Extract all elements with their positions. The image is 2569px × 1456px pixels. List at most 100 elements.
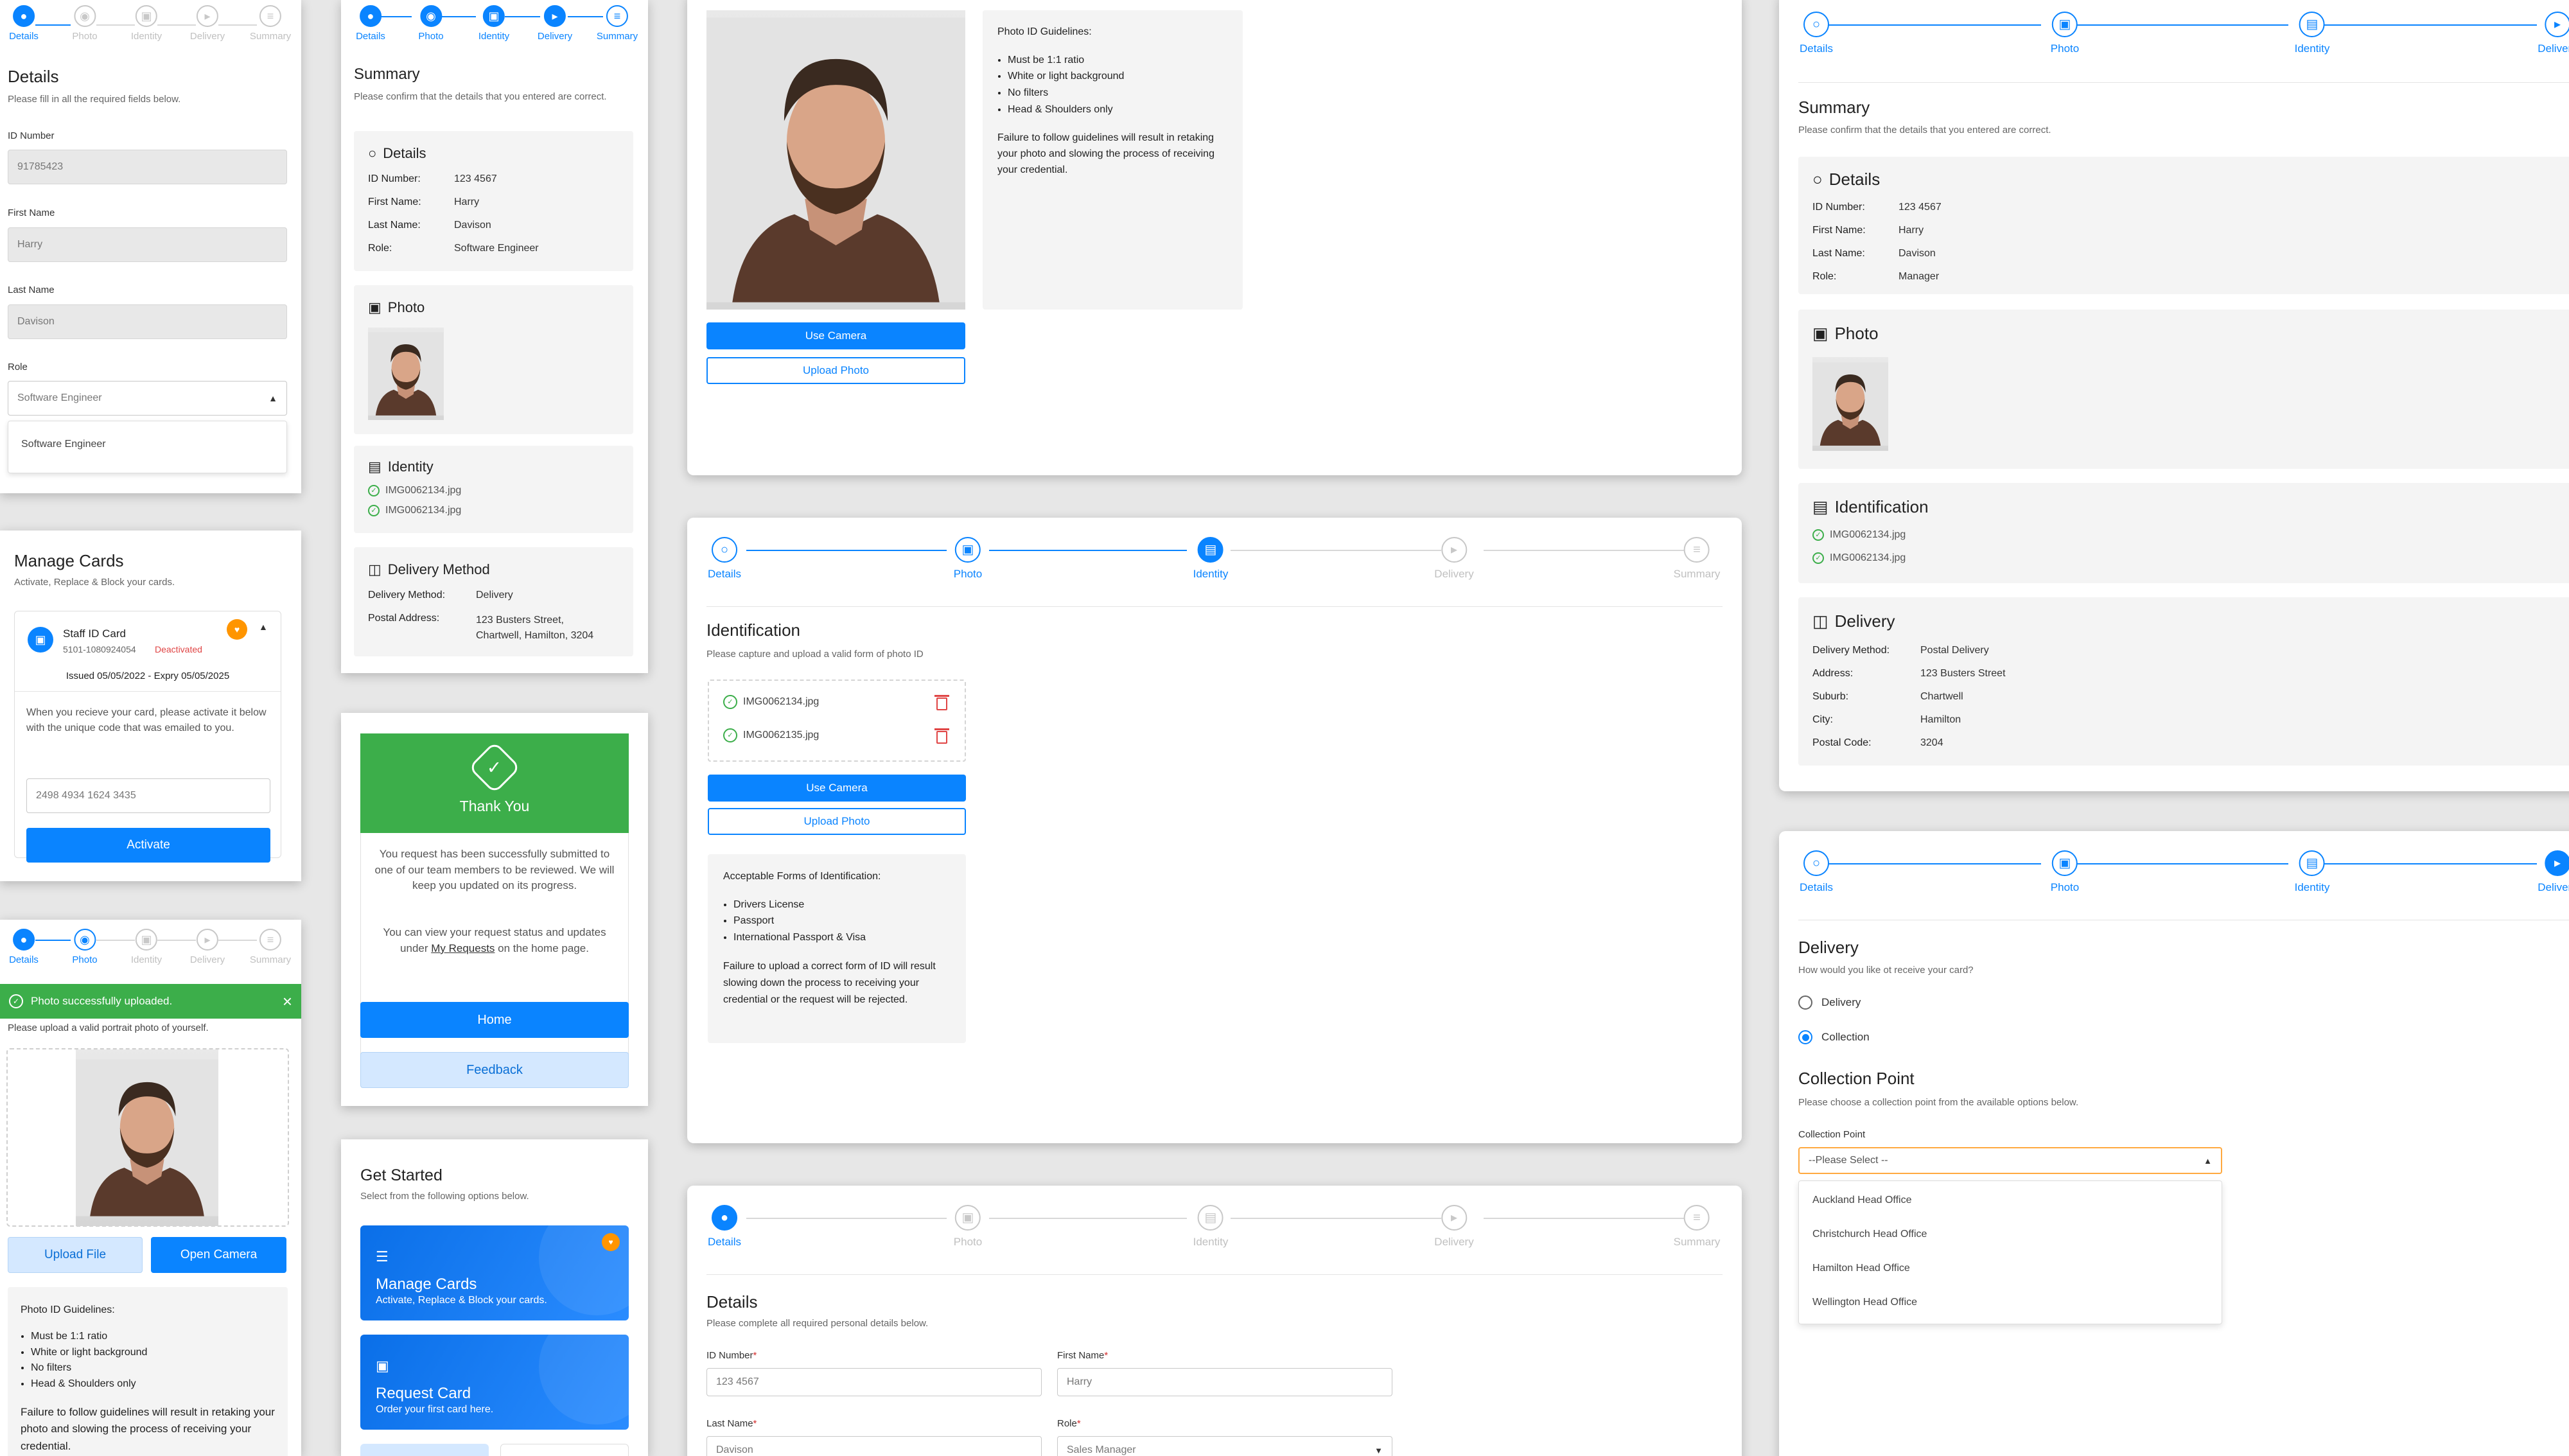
trash-icon[interactable] xyxy=(934,728,949,744)
step-connector xyxy=(1231,1218,1441,1219)
step-summary[interactable]: ≡ Summary xyxy=(597,5,638,42)
step-identity[interactable]: ▣ Identity xyxy=(131,929,162,965)
list-icon: ≡ xyxy=(1683,1205,1710,1231)
step-connector xyxy=(1818,863,2041,864)
page-subtitle: Please complete all required personal de… xyxy=(706,1318,929,1329)
role-select[interactable]: Sales Manager ▼ xyxy=(1057,1436,1392,1456)
photo-heading: ▣ Photo xyxy=(1812,324,1879,344)
last-name-input[interactable]: Davison xyxy=(8,304,287,339)
dropdown-option[interactable]: Auckland Head Office xyxy=(1812,1195,1911,1206)
step-details[interactable]: ● Details xyxy=(9,5,39,42)
use-camera-button[interactable]: Use Camera xyxy=(708,775,966,802)
step-details[interactable]: ○ Details xyxy=(1800,850,1833,894)
chevron-up-icon[interactable]: ▲ xyxy=(259,622,268,632)
first-name-input[interactable]: Harry xyxy=(1057,1368,1392,1396)
step-photo[interactable]: ◉ Photo xyxy=(72,929,98,965)
last-name-input[interactable]: Davison xyxy=(706,1436,1042,1456)
file-item: ✓ IMG0062134.jpg xyxy=(1812,552,1906,564)
step-identity[interactable]: ▤ Identity xyxy=(2295,850,2329,894)
radio-label: Collection xyxy=(1821,1031,1870,1043)
section-title: Details xyxy=(383,145,426,161)
step-summary[interactable]: ≡ Summary xyxy=(1674,1205,1720,1249)
step-identity[interactable]: ▤ Identity xyxy=(2295,12,2329,55)
my-requests-link[interactable]: My Requests xyxy=(431,942,495,954)
chevron-up-icon: ▲ xyxy=(268,393,277,403)
step-delivery[interactable]: ▸ Delivery xyxy=(2538,850,2569,894)
step-delivery[interactable]: ▸ Delivery xyxy=(190,5,225,42)
tile-description: Activate, Replace & Block your cards. xyxy=(376,1295,547,1306)
step-delivery[interactable]: ▸ Delivery xyxy=(2538,12,2569,55)
activation-code-input[interactable]: 2498 4934 1624 3435 xyxy=(26,778,270,813)
step-photo[interactable]: ◉ Photo xyxy=(418,5,444,42)
camera-icon: ◉ xyxy=(419,5,442,27)
home-button[interactable]: Home xyxy=(360,1002,629,1038)
step-delivery[interactable]: ▸ Delivery xyxy=(1434,1205,1474,1249)
id-number-input[interactable]: 123 4567 xyxy=(706,1368,1042,1396)
manage-cards-tile[interactable]: ☰ ♥ Manage Cards Activate, Replace & Blo… xyxy=(360,1225,629,1320)
step-photo[interactable]: ▣ Photo xyxy=(954,1205,982,1249)
step-details[interactable]: ○ Details xyxy=(1800,12,1833,55)
upload-photo-button[interactable]: Upload Photo xyxy=(706,357,965,384)
activate-button[interactable]: Activate xyxy=(26,828,270,863)
file-dropzone[interactable] xyxy=(708,680,966,762)
open-camera-button[interactable]: Open Camera xyxy=(151,1237,286,1273)
trash-icon[interactable] xyxy=(934,695,949,710)
step-identity[interactable]: ▤ Identity xyxy=(1193,1205,1228,1249)
status-badge: Deactivated xyxy=(155,644,202,654)
delivery-heading: ◫ Delivery xyxy=(1812,611,1895,631)
step-identity[interactable]: ▣ Identity xyxy=(131,5,162,42)
upload-photo-button[interactable]: Upload Photo xyxy=(708,808,966,835)
role-select[interactable]: Software Engineer ▲ xyxy=(8,381,287,416)
close-icon[interactable]: × xyxy=(283,992,292,1012)
step-photo[interactable]: ▣ Photo xyxy=(2051,850,2079,894)
identification-heading: ▤ Identification xyxy=(1812,497,1929,517)
dropdown-option[interactable]: Christchurch Head Office xyxy=(1812,1229,1927,1240)
step-details[interactable]: ● Details xyxy=(708,1205,741,1249)
step-photo[interactable]: ▣ Photo xyxy=(954,537,982,581)
step-summary[interactable]: ≡ Summary xyxy=(1674,537,1720,581)
id-number-input[interactable]: 91785423 xyxy=(8,150,287,184)
more-tile[interactable] xyxy=(360,1444,489,1456)
bell-icon[interactable]: ♥ xyxy=(227,619,247,640)
delivery-radio[interactable]: Delivery xyxy=(1798,996,1861,1010)
collection-radio[interactable]: Collection xyxy=(1798,1030,1870,1044)
use-camera-button[interactable]: Use Camera xyxy=(706,322,965,349)
more-tile[interactable] xyxy=(500,1444,629,1456)
role-label: Role xyxy=(8,362,28,373)
step-photo[interactable]: ◉ Photo xyxy=(72,5,98,42)
step-delivery[interactable]: ▸ Delivery xyxy=(190,929,225,965)
dropdown-option[interactable]: Hamilton Head Office xyxy=(1812,1263,1910,1274)
dropdown-option[interactable]: Wellington Head Office xyxy=(1812,1297,1917,1308)
role-option[interactable]: Software Engineer xyxy=(8,421,287,473)
guidelines: Photo ID Guidelines: Must be 1:1 ratio W… xyxy=(21,1303,277,1455)
first-name-input[interactable]: Harry xyxy=(8,227,287,262)
step-label: Delivery xyxy=(2538,881,2569,893)
step-identity[interactable]: ▣ Identity xyxy=(478,5,509,42)
truck-icon: ▸ xyxy=(197,5,218,27)
radio-circle xyxy=(1798,996,1812,1010)
step-identity[interactable]: ▤ Identity xyxy=(1193,537,1228,581)
step-details[interactable]: ● Details xyxy=(356,5,385,42)
bell-icon: ♥ xyxy=(602,1233,620,1251)
step-connector xyxy=(2065,24,2288,26)
step-delivery[interactable]: ▸ Delivery xyxy=(1434,537,1474,581)
step-summary[interactable]: ≡ Summary xyxy=(250,929,291,965)
check-circle-icon: ✓ xyxy=(368,485,380,496)
user-icon: ○ xyxy=(712,537,737,563)
step-connector xyxy=(96,940,135,941)
request-card-tile[interactable]: ▣ Request Card Order your first card her… xyxy=(360,1335,629,1430)
page-subtitle: Please confirm that the details that you… xyxy=(1798,125,2051,136)
upload-file-button[interactable]: Upload File xyxy=(8,1237,143,1273)
collection-point-select[interactable]: --Please Select -- ▲ xyxy=(1798,1147,2222,1174)
guideline-item: Head & Shoulders only xyxy=(31,1376,277,1392)
guideline-item: No filters xyxy=(1008,85,1229,101)
detail-row: City: Hamilton xyxy=(1812,714,1961,725)
step-details[interactable]: ○ Details xyxy=(708,537,741,581)
step-details[interactable]: ● Details xyxy=(9,929,39,965)
step-summary[interactable]: ≡ Summary xyxy=(250,5,291,42)
step-delivery[interactable]: ▸ Delivery xyxy=(538,5,572,42)
step-photo[interactable]: ▣ Photo xyxy=(2051,12,2079,55)
feedback-button[interactable]: Feedback xyxy=(360,1052,629,1088)
page-title: Details xyxy=(706,1292,758,1311)
section-title: Delivery xyxy=(1834,611,1895,631)
